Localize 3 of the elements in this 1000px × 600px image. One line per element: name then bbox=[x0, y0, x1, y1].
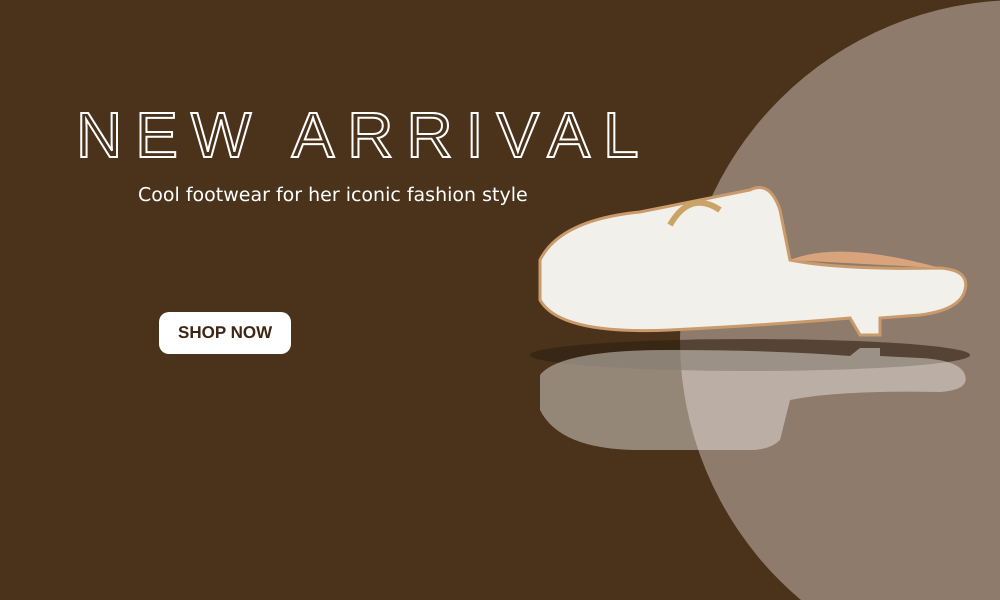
banner-subtitle: Cool footwear for her iconic fashion style bbox=[138, 184, 528, 206]
banner-title: NEW ARRIVAL bbox=[76, 100, 652, 170]
shop-now-button[interactable]: SHOP NOW bbox=[159, 312, 292, 354]
